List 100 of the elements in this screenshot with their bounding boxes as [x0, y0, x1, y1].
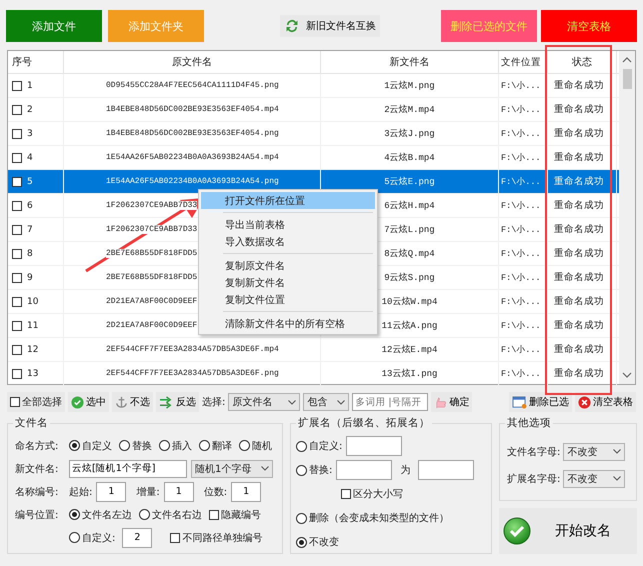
radio-label[interactable]: 自定义: — [82, 530, 116, 544]
panel-title: 扩展名（后缀名、拓展名） — [297, 416, 431, 430]
radio-button[interactable] — [199, 440, 210, 451]
radio-label[interactable]: 删除（会变成未知类型的文件） — [309, 511, 449, 525]
row-checkbox[interactable] — [12, 320, 22, 330]
radio-button[interactable] — [69, 440, 80, 451]
radio-label[interactable]: 自定义: — [309, 439, 342, 453]
step-field[interactable]: 1 — [164, 482, 194, 502]
radio-label[interactable]: 自定义 — [82, 438, 112, 452]
scroll-thumb[interactable] — [622, 69, 632, 89]
field-label: 位数: — [204, 486, 228, 498]
radio-button[interactable] — [69, 532, 80, 543]
column-header[interactable]: 序号 — [8, 51, 64, 73]
radio-label[interactable]: 翻译 — [212, 438, 232, 452]
toolbar-button[interactable]: 新旧文件名互换 — [280, 15, 380, 37]
radio-label[interactable]: 替换 — [132, 438, 152, 452]
radio-button[interactable] — [296, 536, 307, 548]
column-header[interactable]: 新文件名 — [321, 51, 499, 73]
custom-position-field[interactable]: 2 — [122, 528, 152, 548]
separate-paths-checkbox[interactable]: 不同路径单独编号 — [170, 530, 262, 544]
radio-label[interactable]: 替换: — [309, 463, 332, 477]
file-location: F:\小... — [501, 104, 541, 116]
table-row[interactable]: 13 2EF544CFF7F7EE3A2834A57DB5A3DE6F.png 13云炫I.png F:\小... 重命名成功 — [8, 362, 619, 386]
menu-item[interactable]: 复制新文件名 — [201, 274, 375, 291]
insert-dropdown[interactable]: 随机1个字母 — [191, 460, 273, 478]
select-all-checkbox[interactable]: 全部选择 — [7, 392, 65, 412]
row-number: 10 — [27, 296, 38, 306]
filename-case-dropdown[interactable]: 不改变 — [563, 442, 626, 460]
digits-field[interactable]: 1 — [231, 482, 262, 502]
status-text: 重命名成功 — [554, 151, 604, 164]
row-number: 9 — [27, 272, 33, 282]
radio-button[interactable] — [296, 440, 307, 452]
row-checkbox[interactable] — [12, 344, 22, 354]
hide-number-checkbox[interactable]: 隐藏编号 — [209, 508, 261, 522]
delete-selected-button[interactable]: 删除已选 — [509, 392, 572, 412]
row-checkbox[interactable] — [12, 128, 22, 138]
radio-button[interactable] — [239, 440, 250, 451]
file-location: F:\小... — [501, 224, 541, 236]
original-filename: 2D21EA7A8F00C0D9EEF — [106, 297, 198, 306]
radio-button[interactable] — [296, 464, 307, 476]
table-row[interactable]: 1 0D95455CC28A4F7EEC564CA1111D4F45.png 1云炫M.png F:\小... 重命名成功 — [8, 74, 619, 98]
menu-item[interactable]: 清除新文件名中的所有空格 — [201, 315, 375, 332]
row-number: 2 — [27, 104, 33, 114]
custom-extension-field[interactable] — [346, 436, 402, 456]
case-sensitive-checkbox[interactable]: 区分大小写 — [341, 487, 403, 501]
new-name-field[interactable]: 云炫[随机1个字母] — [69, 460, 187, 478]
radio-label[interactable]: 随机 — [252, 438, 272, 452]
radio-button[interactable] — [119, 440, 130, 451]
table-row[interactable]: 5 1E54AA26F5AB02234B0A0A3693B24A54.png 5云炫E.png F:\小... 重命名成功 — [8, 170, 619, 194]
replace-from-field[interactable] — [336, 460, 392, 480]
radio-button[interactable] — [69, 509, 80, 520]
radio-button[interactable] — [296, 512, 307, 524]
row-checkbox[interactable] — [12, 248, 22, 258]
row-checkbox[interactable] — [12, 368, 22, 378]
row-checkbox[interactable] — [12, 224, 22, 234]
original-filename: 1B4EBE848D56DC002BE93E3563EF4054.png — [106, 129, 279, 138]
radio-button[interactable] — [159, 440, 170, 451]
row-checkbox[interactable] — [12, 176, 22, 186]
anchor-icon — [115, 396, 128, 408]
table-row[interactable]: 12 2EF544CFF7F7EE3A2834A57DB5A3DE6F.mp4 12云炫E.mp4 F:\小... 重命名成功 — [8, 338, 619, 362]
selection-button[interactable]: 反选 — [156, 392, 199, 412]
start-rename-button[interactable]: 开始改名 — [499, 508, 637, 554]
selection-button[interactable]: 选中 — [68, 392, 109, 412]
row-number: 3 — [27, 128, 33, 138]
scroll-up-icon[interactable] — [622, 57, 632, 63]
field-label: 文件名字母: — [507, 446, 560, 458]
match-dropdown[interactable]: 包含 — [303, 393, 350, 411]
menu-item[interactable]: 复制原文件名 — [201, 257, 375, 274]
table-row[interactable]: 3 1B4EBE848D56DC002BE93E3563EF4054.png 3云炫J.png F:\小... 重命名成功 — [8, 122, 619, 146]
confirm-button[interactable]: 确定 — [431, 392, 472, 412]
extension-case-dropdown[interactable]: 不改变 — [563, 470, 626, 488]
row-checkbox[interactable] — [12, 296, 22, 306]
radio-label[interactable]: 插入 — [172, 438, 192, 452]
menu-item[interactable]: 导出当前表格 — [201, 216, 375, 233]
toolbar-button[interactable]: 添加文件 — [6, 10, 102, 42]
vertical-scrollbar[interactable] — [619, 51, 635, 384]
radio-label[interactable]: 文件名右边 — [152, 508, 202, 522]
status-text: 重命名成功 — [554, 343, 604, 356]
row-checkbox[interactable] — [12, 200, 22, 210]
table-row[interactable]: 2 1B4EBE848D56DC002BE93E3563EF4054.mp4 2云炫M.mp4 F:\小... 重命名成功 — [8, 98, 619, 122]
selection-button[interactable]: 不选 — [112, 392, 153, 412]
row-checkbox[interactable] — [12, 104, 22, 114]
radio-label[interactable]: 文件名左边 — [82, 508, 132, 522]
menu-item[interactable]: 复制文件位置 — [201, 291, 375, 308]
radio-button[interactable] — [139, 509, 150, 520]
row-checkbox[interactable] — [12, 152, 22, 162]
file-location: F:\小... — [501, 80, 541, 92]
radio-label[interactable]: 不改变 — [309, 535, 339, 549]
menu-item[interactable]: 打开文件所在位置 — [201, 192, 375, 209]
row-checkbox[interactable] — [12, 80, 22, 90]
column-header[interactable]: 原文件名 — [64, 51, 321, 73]
original-filename: 2EF544CFF7F7EE3A2834A57DB5A3DE6F.mp4 — [106, 345, 279, 354]
clear-table-button[interactable]: 清空表格 — [575, 392, 636, 412]
menu-item[interactable]: 导入数据改名 — [201, 233, 375, 250]
replace-to-field[interactable] — [418, 460, 474, 480]
row-checkbox[interactable] — [12, 272, 22, 282]
scroll-down-icon[interactable] — [622, 372, 632, 378]
start-field[interactable]: 1 — [96, 482, 126, 502]
keyword-field[interactable]: 多词用 |号隔开 — [352, 393, 428, 411]
field-dropdown[interactable]: 原文件名 — [228, 393, 300, 411]
